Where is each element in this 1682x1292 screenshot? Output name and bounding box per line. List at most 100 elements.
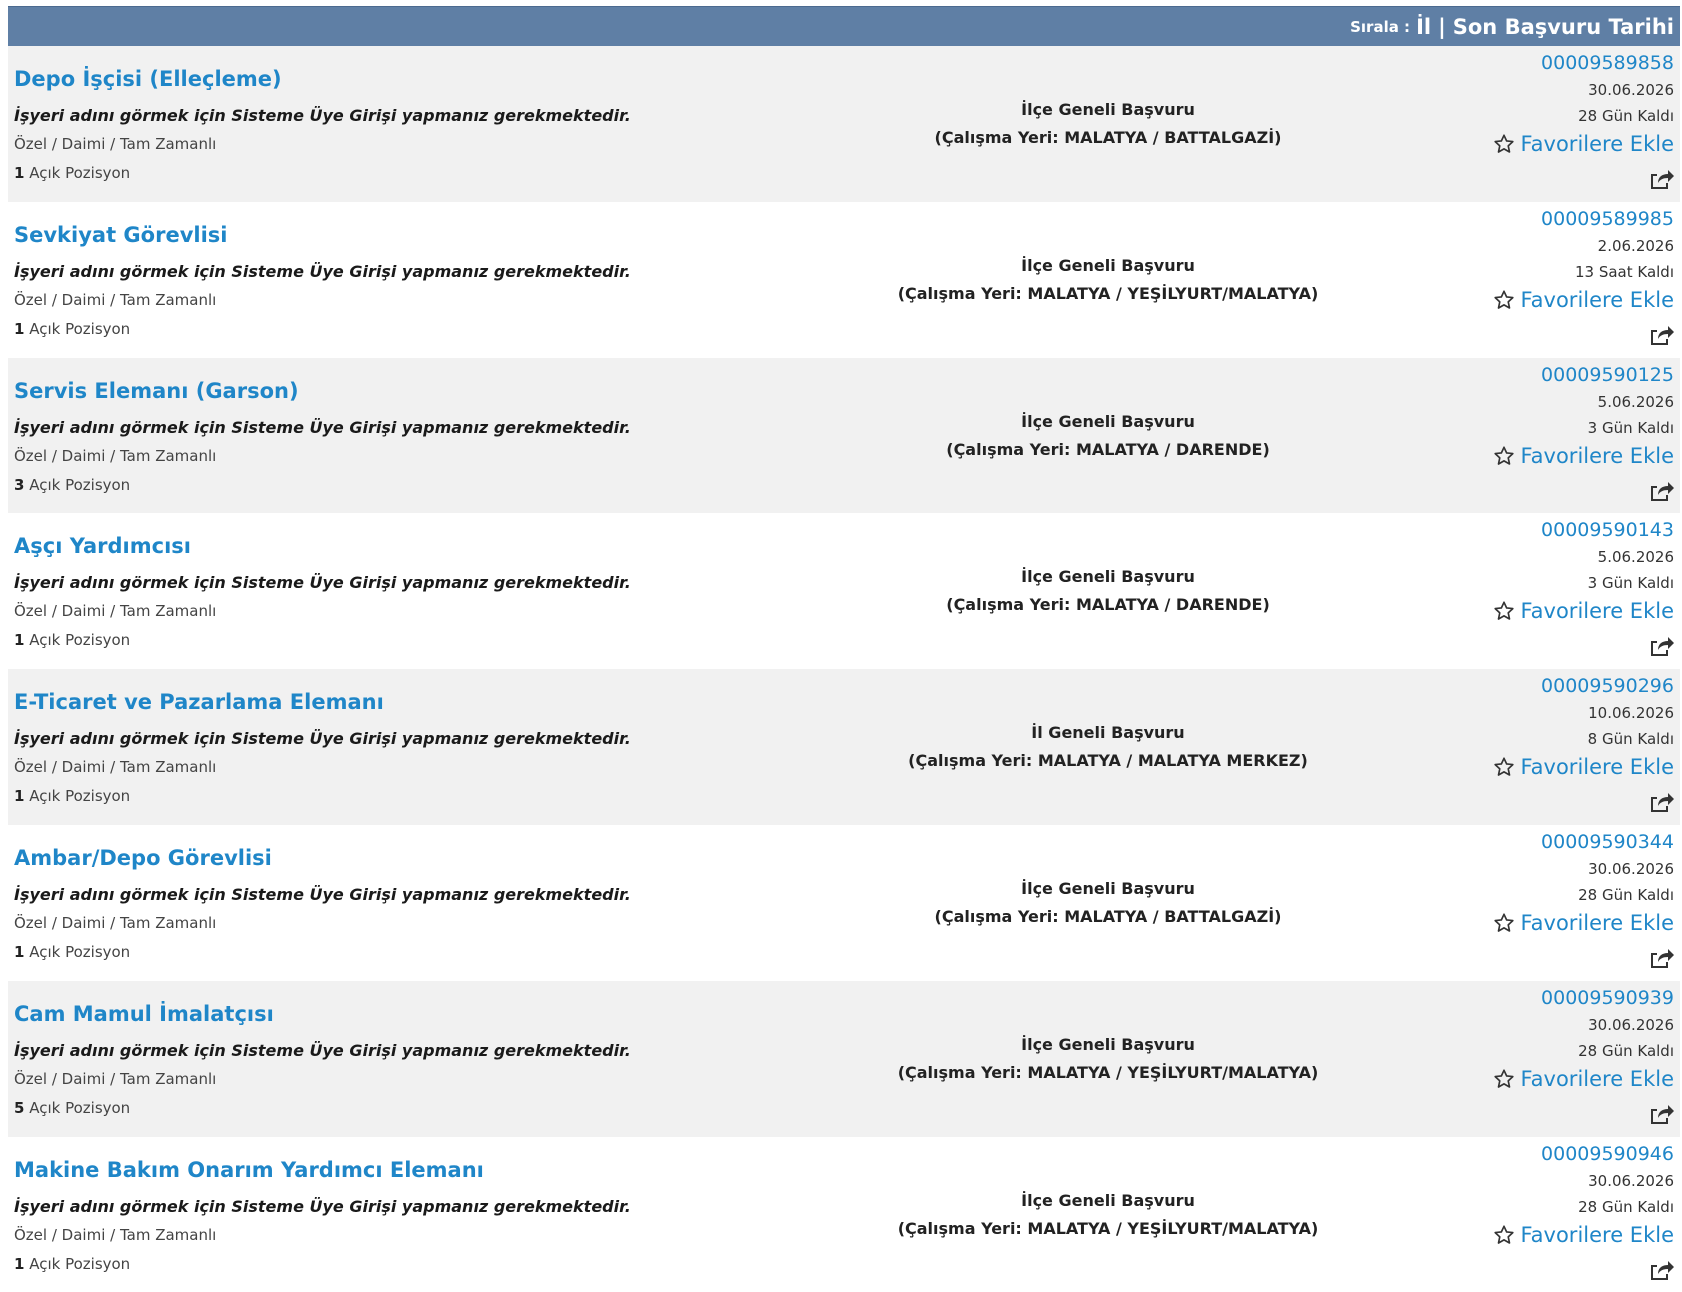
open-positions-count: 3	[14, 475, 25, 494]
application-scope: İlçe Geneli Başvuru (Çalışma Yeri: MALAT…	[898, 1031, 1319, 1087]
open-positions-count: 1	[14, 319, 25, 338]
open-positions: 1 Açık Pozisyon	[14, 943, 130, 961]
add-to-favorites-button[interactable]: Favorilere Ekle	[1493, 910, 1674, 936]
work-location: (Çalışma Yeri: MALATYA / MALATYA MERKEZ)	[908, 751, 1308, 771]
listing-number-link[interactable]: 00009590125	[1493, 364, 1674, 386]
sort-label: Sırala :	[1350, 17, 1411, 36]
listing-number-link[interactable]: 00009590939	[1493, 987, 1674, 1009]
time-remaining: 28 Gün Kaldı	[1578, 1041, 1674, 1060]
application-scope: İlçe Geneli Başvuru (Çalışma Yeri: MALAT…	[898, 252, 1319, 308]
job-meta: 00009590143 5.06.2026 3 Gün Kaldı Favori…	[1493, 519, 1674, 658]
favorites-label: Favorilere Ekle	[1520, 1066, 1674, 1091]
employment-type: Özel / Daimi / Tam Zamanlı	[14, 446, 217, 465]
share-icon[interactable]	[1648, 1100, 1674, 1126]
job-title-link[interactable]: Servis Elemanı (Garson)	[14, 379, 299, 403]
job-row: Cam Mamul İmalatçısı İşyeri adını görmek…	[8, 980, 1680, 1137]
open-positions: 3 Açık Pozisyon	[14, 476, 130, 494]
open-positions-label: Açık Pozisyon	[29, 787, 131, 806]
deadline-date: 30.06.2026	[1588, 1171, 1674, 1190]
share-icon[interactable]	[1648, 165, 1674, 191]
add-to-favorites-button[interactable]: Favorilere Ekle	[1493, 287, 1674, 313]
sort-by-deadline-link[interactable]: Son Başvuru Tarihi	[1453, 15, 1674, 39]
time-remaining: 3 Gün Kaldı	[1587, 574, 1674, 593]
work-location: (Çalışma Yeri: MALATYA / YEŞİLYURT/MALAT…	[897, 1062, 1319, 1082]
sort-bar: Sırala : İl | Son Başvuru Tarihi	[8, 6, 1680, 46]
star-outline-icon	[1493, 913, 1514, 932]
application-scope: İl Geneli Başvuru (Çalışma Yeri: MALATYA…	[908, 719, 1308, 775]
open-positions-count: 1	[14, 942, 25, 961]
star-outline-icon	[1493, 134, 1514, 153]
listing-number-link[interactable]: 00009589985	[1493, 208, 1674, 230]
job-meta: 00009590344 30.06.2026 28 Gün Kaldı Favo…	[1493, 831, 1674, 970]
time-remaining: 28 Gün Kaldı	[1578, 885, 1674, 904]
deadline-date: 30.06.2026	[1588, 859, 1674, 878]
add-to-favorites-button[interactable]: Favorilere Ekle	[1493, 754, 1674, 780]
login-required-note: İşyeri adını görmek için Sisteme Üye Gir…	[14, 261, 631, 281]
add-to-favorites-button[interactable]: Favorilere Ekle	[1493, 1066, 1674, 1092]
share-icon[interactable]	[1648, 477, 1674, 503]
share-icon[interactable]	[1648, 788, 1674, 814]
add-to-favorites-button[interactable]: Favorilere Ekle	[1493, 443, 1674, 469]
listing-number-link[interactable]: 00009590296	[1493, 675, 1674, 697]
share-icon[interactable]	[1648, 944, 1674, 970]
job-title-link[interactable]: Ambar/Depo Görevlisi	[14, 846, 272, 870]
open-positions-label: Açık Pozisyon	[29, 631, 131, 650]
star-outline-icon	[1493, 290, 1514, 309]
sort-separator: |	[1438, 14, 1446, 39]
time-remaining: 3 Gün Kaldı	[1587, 418, 1674, 437]
share-icon[interactable]	[1648, 1256, 1674, 1282]
open-positions-count: 1	[14, 1254, 25, 1273]
star-outline-icon	[1493, 446, 1514, 465]
open-positions: 1 Açık Pozisyon	[14, 164, 130, 182]
work-location: (Çalışma Yeri: MALATYA / BATTALGAZİ)	[934, 906, 1282, 926]
scope-label: İlçe Geneli Başvuru	[1021, 100, 1195, 119]
employment-type: Özel / Daimi / Tam Zamanlı	[14, 913, 217, 932]
job-meta: 00009590125 5.06.2026 3 Gün Kaldı Favori…	[1493, 364, 1674, 503]
favorites-label: Favorilere Ekle	[1520, 599, 1674, 624]
scope-label: İlçe Geneli Başvuru	[1021, 1034, 1195, 1054]
open-positions: 1 Açık Pozisyon	[14, 1255, 130, 1273]
open-positions: 1 Açık Pozisyon	[14, 320, 130, 338]
scope-label: İlçe Geneli Başvuru	[1021, 255, 1195, 275]
job-title-link[interactable]: Aşçı Yardımcısı	[14, 534, 191, 558]
job-row: Ambar/Depo Görevlisi İşyeri adını görmek…	[8, 824, 1680, 981]
job-meta: 00009590946 30.06.2026 28 Gün Kaldı Favo…	[1493, 1143, 1674, 1282]
application-scope: İlçe Geneli Başvuru (Çalışma Yeri: MALAT…	[946, 408, 1270, 464]
work-location: (Çalışma Yeri: MALATYA / YEŞİLYURT/MALAT…	[897, 283, 1319, 303]
listing-number-link[interactable]: 00009590946	[1493, 1143, 1674, 1165]
share-icon[interactable]	[1648, 632, 1674, 658]
add-to-favorites-button[interactable]: Favorilere Ekle	[1493, 1222, 1674, 1248]
job-row: E-Ticaret ve Pazarlama Elemanı İşyeri ad…	[8, 669, 1680, 825]
employment-type: Özel / Daimi / Tam Zamanlı	[14, 290, 217, 309]
job-title-link[interactable]: E-Ticaret ve Pazarlama Elemanı	[14, 690, 384, 714]
scope-label: İlçe Geneli Başvuru	[1021, 1190, 1195, 1210]
job-title-link[interactable]: Makine Bakım Onarım Yardımcı Elemanı	[14, 1158, 484, 1182]
add-to-favorites-button[interactable]: Favorilere Ekle	[1493, 598, 1674, 624]
listing-number-link[interactable]: 00009590143	[1493, 519, 1674, 541]
login-required-note: İşyeri adını görmek için Sisteme Üye Gir…	[14, 1040, 631, 1060]
job-title-link[interactable]: Sevkiyat Görevlisi	[14, 223, 227, 247]
scope-label: İlçe Geneli Başvuru	[1021, 878, 1195, 898]
sort-by-province-link[interactable]: İl	[1416, 15, 1431, 39]
star-outline-icon	[1493, 1225, 1514, 1244]
open-positions-label: Açık Pozisyon	[29, 942, 131, 961]
job-title-link[interactable]: Depo İşçisi (Elleçleme)	[14, 67, 282, 91]
login-required-note: İşyeri adını görmek için Sisteme Üye Gir…	[14, 106, 631, 125]
job-row: Servis Elemanı (Garson) İşyeri adını gör…	[8, 357, 1680, 514]
share-icon[interactable]	[1648, 321, 1674, 347]
deadline-date: 30.06.2026	[1588, 1015, 1674, 1034]
work-location: (Çalışma Yeri: MALATYA / DARENDE)	[946, 439, 1270, 459]
job-meta: 00009589985 2.06.2026 13 Saat Kaldı Favo…	[1493, 208, 1674, 347]
open-positions-count: 1	[14, 787, 25, 806]
application-scope: İlçe Geneli Başvuru (Çalışma Yeri: MALAT…	[935, 875, 1282, 931]
employment-type: Özel / Daimi / Tam Zamanlı	[14, 135, 217, 153]
scope-label: İlçe Geneli Başvuru	[1021, 411, 1195, 431]
listing-number-link[interactable]: 00009590344	[1493, 831, 1674, 853]
job-row: Makine Bakım Onarım Yardımcı Elemanı İşy…	[8, 1136, 1680, 1292]
job-row: Aşçı Yardımcısı İşyeri adını görmek için…	[8, 513, 1680, 670]
listing-number-link[interactable]: 00009589858	[1493, 52, 1674, 74]
employment-type: Özel / Daimi / Tam Zamanlı	[14, 758, 217, 777]
add-to-favorites-button[interactable]: Favorilere Ekle	[1493, 131, 1674, 157]
open-positions-label: Açık Pozisyon	[29, 1254, 131, 1273]
job-title-link[interactable]: Cam Mamul İmalatçısı	[14, 1002, 274, 1026]
